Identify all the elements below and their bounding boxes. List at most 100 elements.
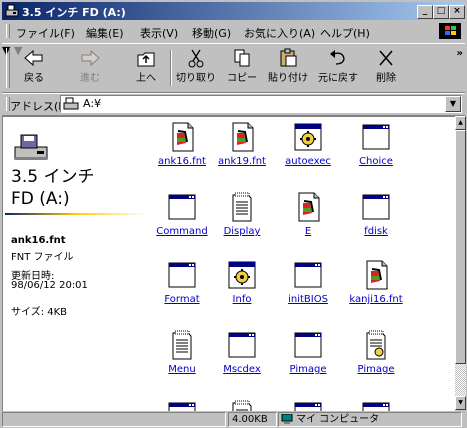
file-item[interactable]: Pimage <box>279 329 337 375</box>
minimize-button[interactable]: _ <box>417 5 433 19</box>
paste-button[interactable]: 貼り付け <box>266 48 310 88</box>
font-file-icon <box>292 191 324 223</box>
copy-button[interactable]: コピー <box>220 48 264 88</box>
msdos-program-icon <box>292 399 324 411</box>
file-item[interactable]: Pimage <box>347 329 405 375</box>
web-view-info-panel: 3.5 インチ FD (A:) ank16.fnt FNT ファイル 更新日時:… <box>3 117 153 411</box>
file-name-link[interactable]: Format <box>153 294 211 305</box>
file-name-link[interactable]: ank19.fnt <box>213 156 271 167</box>
file-name-link[interactable]: Display <box>213 226 271 237</box>
file-name-link[interactable]: initBIOS <box>279 294 337 305</box>
cut-button[interactable]: 切り取り <box>174 48 218 88</box>
maximize-button[interactable]: □ <box>433 5 449 19</box>
back-button[interactable]: 戻る <box>12 48 56 88</box>
scroll-thumb[interactable] <box>455 130 466 364</box>
file-item-partial[interactable] <box>279 399 337 411</box>
menu-go[interactable]: 移動(G) <box>192 25 231 41</box>
scroll-down-button[interactable]: ▼ <box>455 396 466 410</box>
file-item[interactable]: Choice <box>347 121 405 167</box>
file-item[interactable]: ank19.fnt <box>213 121 271 167</box>
file-item[interactable]: autoexec <box>279 121 337 167</box>
msdos-program-icon <box>360 191 392 223</box>
undo-label: 元に戻す <box>318 73 358 84</box>
toolbar-grip[interactable] <box>6 48 10 88</box>
title-bar[interactable]: 3.5 インチ FD (A:) _ □ × <box>2 2 465 20</box>
back-arrow-icon <box>24 49 43 67</box>
address-input[interactable]: A:¥ ▼ <box>60 95 462 113</box>
menu-favorites[interactable]: お気に入り(A) <box>244 25 315 41</box>
floppy-drive-large-icon <box>14 134 48 160</box>
file-item-partial[interactable] <box>213 399 271 411</box>
file-item[interactable]: Info <box>213 259 271 305</box>
menu-view[interactable]: 表示(V) <box>140 25 178 41</box>
menu-file[interactable]: ファイル(F) <box>16 25 75 41</box>
folder-view[interactable]: 3.5 インチ FD (A:) ank16.fnt FNT ファイル 更新日時:… <box>2 116 455 411</box>
file-item[interactable]: ank16.fnt <box>153 121 211 167</box>
text-document-icon <box>226 191 258 223</box>
up-button[interactable]: 上へ <box>124 48 168 88</box>
file-item[interactable]: kanji16.fnt <box>347 259 405 305</box>
windows-logo-icon <box>439 23 461 39</box>
drive-title-line1: 3.5 インチ <box>11 167 95 187</box>
explorer-window: 3.5 インチ FD (A:) _ □ × ファイル(F) 編集(E) 表示(V… <box>0 0 467 428</box>
floppy-drive-icon <box>5 4 19 17</box>
file-item-partial[interactable] <box>153 399 211 411</box>
file-item-partial[interactable] <box>347 399 405 411</box>
title-divider <box>5 213 147 215</box>
toolbar-overflow-chevron[interactable]: » <box>457 48 463 59</box>
file-item[interactable]: Display <box>213 191 271 237</box>
menu-grip[interactable] <box>6 24 10 38</box>
file-item[interactable]: E <box>279 191 337 237</box>
menu-help[interactable]: ヘルプ(H) <box>320 25 370 41</box>
msdos-program-icon <box>292 259 324 291</box>
file-name-link[interactable]: fdisk <box>347 226 405 237</box>
status-zone-pane: マイ コンピュータ <box>278 412 462 427</box>
file-item[interactable]: Mscdex <box>213 329 271 375</box>
close-button[interactable]: × <box>449 5 465 19</box>
back-label: 戻る <box>24 73 44 84</box>
file-item[interactable]: initBIOS <box>279 259 337 305</box>
toolbar-separator <box>170 50 172 86</box>
file-name-link[interactable]: Mscdex <box>213 364 271 375</box>
copy-label: コピー <box>227 73 257 84</box>
file-item[interactable]: Menu <box>153 329 211 375</box>
file-name-link[interactable]: Pimage <box>279 364 337 375</box>
address-value: A:¥ <box>83 97 102 110</box>
delete-button[interactable]: 削除 <box>364 48 408 88</box>
status-bar: 4.00KB マイ コンピュータ <box>2 412 465 427</box>
file-name-link[interactable]: autoexec <box>279 156 337 167</box>
vertical-scrollbar[interactable]: ▲ ▼ <box>455 116 466 410</box>
file-name-link[interactable]: kanji16.fnt <box>347 294 405 305</box>
selected-file-type: FNT ファイル <box>11 252 74 263</box>
forward-button[interactable]: 進む <box>68 48 112 88</box>
batch-file-icon <box>226 259 258 291</box>
batch-file-icon <box>292 121 324 153</box>
delete-label: 削除 <box>376 73 396 84</box>
file-name-link[interactable]: Choice <box>347 156 405 167</box>
file-name-link[interactable]: Pimage <box>347 364 405 375</box>
file-item[interactable]: Command <box>153 191 211 237</box>
scroll-up-button[interactable]: ▲ <box>455 116 466 130</box>
modified-value: 98/06/12 20:01 <box>11 280 88 291</box>
file-name-link[interactable]: Menu <box>153 364 211 375</box>
file-name-link[interactable]: Info <box>213 294 271 305</box>
address-dropdown-button[interactable]: ▼ <box>445 96 461 112</box>
msdos-program-icon <box>360 399 392 411</box>
msdos-program-icon <box>166 191 198 223</box>
msdos-program-icon <box>166 399 198 411</box>
status-zone-label: マイ コンピュータ <box>296 414 380 425</box>
selected-file-name: ank16.fnt <box>11 235 66 246</box>
file-item[interactable]: Format <box>153 259 211 305</box>
delete-x-icon <box>379 50 393 66</box>
window-title: 3.5 インチ FD (A:) <box>22 6 126 19</box>
msdos-program-icon <box>226 329 258 361</box>
file-name-link[interactable]: E <box>279 226 337 237</box>
menu-edit[interactable]: 編集(E) <box>86 25 124 41</box>
clipboard-paste-icon <box>280 48 297 67</box>
file-item[interactable]: fdisk <box>347 191 405 237</box>
file-name-link[interactable]: Command <box>153 226 211 237</box>
msdos-program-icon <box>166 259 198 291</box>
undo-button[interactable]: 元に戻す <box>316 48 360 88</box>
forward-arrow-icon <box>81 49 100 67</box>
file-name-link[interactable]: ank16.fnt <box>153 156 211 167</box>
